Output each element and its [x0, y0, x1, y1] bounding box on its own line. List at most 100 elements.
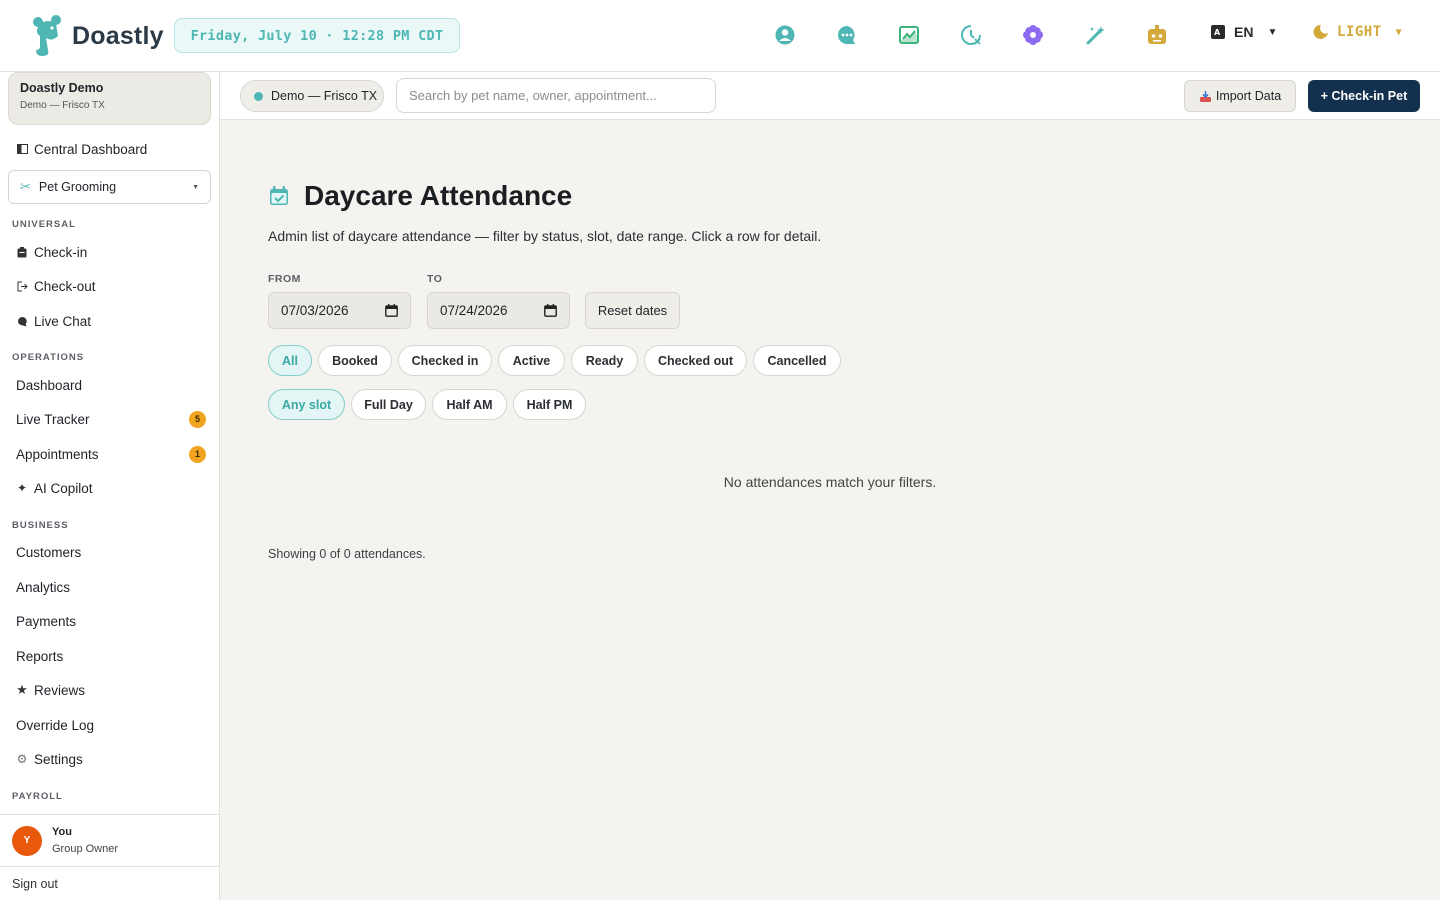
avatar: Y: [12, 825, 42, 856]
sidebar-item-label: Override Log: [16, 717, 95, 733]
sparkle-icon: ✦: [16, 481, 28, 495]
sidebar-item-ai-copilot[interactable]: ✦ AI Copilot: [16, 477, 206, 499]
from-date-input[interactable]: 07/03/2026: [268, 292, 411, 329]
status-filter-booked[interactable]: Booked: [318, 345, 392, 376]
sidebar-item-label: Payments: [16, 613, 77, 629]
chat-bubble-icon: [16, 315, 28, 327]
svg-text:A: A: [1214, 28, 1221, 37]
chevron-down-icon: ▼: [192, 183, 199, 191]
sidebar-item-payments[interactable]: Payments: [16, 610, 206, 632]
sidebar-item-central-dashboard[interactable]: Central Dashboard: [16, 138, 206, 160]
brand[interactable]: Doastly: [30, 14, 164, 58]
user-profile[interactable]: Y You Group Owner: [0, 814, 219, 866]
status-filter-checked-out[interactable]: Checked out: [644, 345, 747, 376]
import-data-button[interactable]: Import Data: [1184, 80, 1296, 112]
status-filter-ready[interactable]: Ready: [571, 345, 638, 376]
status-filter-cancelled[interactable]: Cancelled: [753, 345, 841, 376]
top-bar: Doastly Friday, July 10 · 12:28 PM CDT A…: [0, 0, 1440, 72]
slot-filter-full-day[interactable]: Full Day: [351, 389, 426, 420]
sidebar-item-analytics[interactable]: Analytics: [16, 576, 206, 598]
sidebar-item-label: Reports: [16, 648, 64, 664]
sidebar-item-label: Analytics: [16, 579, 71, 595]
search-input[interactable]: [396, 78, 716, 113]
user-name: You: [52, 826, 72, 838]
chevron-down-icon: ▼: [1395, 26, 1403, 38]
sidebar-item-live-chat[interactable]: Live Chat: [16, 310, 206, 332]
to-date-input[interactable]: 07/24/2026: [427, 292, 570, 329]
sidebar-item-override-log[interactable]: Override Log: [16, 714, 206, 736]
location-selector[interactable]: Demo — Frisco TX: [240, 80, 384, 112]
sidebar-item-label: Live Chat: [34, 313, 92, 329]
dashboard-icon: [16, 143, 28, 155]
sidebar-item-label: Check-out: [34, 278, 96, 294]
sidebar-item-dashboard[interactable]: Dashboard: [16, 374, 206, 396]
sidebar-item-check-out[interactable]: Check-out: [16, 275, 206, 297]
page-header: Daycare Attendance: [268, 180, 572, 212]
main-content: Daycare Attendance Admin list of daycare…: [220, 120, 1440, 900]
section-label-operations: OPERATIONS: [12, 352, 85, 363]
section-label-payroll: PAYROLL: [12, 791, 63, 802]
sidebar-item-label: Live Tracker: [16, 411, 90, 427]
reset-dates-button[interactable]: Reset dates: [585, 292, 680, 329]
scissors-icon: ✂: [20, 179, 31, 194]
sidebar-item-label: Settings: [34, 751, 83, 767]
sidebar-item-label: Dashboard: [16, 377, 83, 393]
results-count: Showing 0 of 0 attendances.: [268, 547, 426, 561]
language-selector[interactable]: A EN ▼: [1210, 24, 1277, 40]
empty-state-message: No attendances match your filters.: [723, 474, 937, 490]
sidebar-item-reviews[interactable]: ★ Reviews: [16, 679, 206, 701]
theme-toggle[interactable]: LIGHT ▼: [1313, 24, 1402, 40]
slot-filter-any[interactable]: Any slot: [268, 389, 345, 420]
sidebar-item-reports[interactable]: Reports: [16, 645, 206, 667]
status-dot-icon: [254, 91, 263, 101]
star-icon: ★: [16, 682, 28, 697]
clipboard-icon: [16, 246, 28, 258]
count-badge: 5: [189, 410, 206, 428]
clock-history-icon[interactable]: [958, 22, 984, 48]
sidebar-item-customers[interactable]: Customers: [16, 541, 206, 563]
sidebar-item-label: Appointments: [16, 446, 99, 462]
module-label: Pet Grooming: [38, 180, 117, 194]
status-filter-checked-in[interactable]: Checked in: [398, 345, 492, 376]
slot-filter-half-pm[interactable]: Half PM: [513, 389, 586, 420]
count-badge: 1: [189, 445, 206, 463]
sidebar-item-appointments[interactable]: Appointments 1: [16, 443, 206, 465]
magic-wand-icon[interactable]: [1083, 22, 1109, 48]
location-label: Demo — Frisco TX: [271, 89, 378, 103]
from-label: FROM: [268, 273, 301, 285]
slot-filter-half-am[interactable]: Half AM: [432, 389, 507, 420]
sidebar: Doastly Demo Demo — Frisco TX Central Da…: [0, 72, 220, 900]
language-label: EN: [1234, 24, 1254, 40]
sidebar-item-label: Check-in: [34, 244, 88, 260]
status-filter-all[interactable]: All: [268, 345, 312, 376]
sign-out-link[interactable]: Sign out: [0, 866, 219, 900]
section-label-business: BUSINESS: [12, 520, 69, 531]
sidebar-item-live-tracker[interactable]: Live Tracker 5: [16, 408, 206, 430]
sidebar-item-label: Central Dashboard: [34, 141, 148, 157]
dog-logo-icon: [33, 15, 61, 56]
section-label-universal: UNIVERSAL: [12, 219, 76, 230]
chat-icon[interactable]: [834, 22, 860, 48]
flower-icon[interactable]: [1020, 22, 1046, 48]
page-title: Daycare Attendance: [304, 180, 573, 211]
robot-icon[interactable]: [1144, 22, 1170, 48]
sidebar-item-check-in[interactable]: Check-in: [16, 241, 206, 263]
check-in-pet-button[interactable]: + Check-in Pet: [1308, 80, 1420, 112]
gear-icon: ⚙: [16, 752, 28, 766]
org-location: Demo — Frisco TX: [20, 100, 105, 111]
org-name: Doastly Demo: [20, 81, 104, 95]
calendar-icon: [544, 304, 557, 317]
calendar-check-icon: [270, 186, 288, 205]
support-icon[interactable]: [772, 22, 798, 48]
status-filter-active[interactable]: Active: [498, 345, 565, 376]
to-label: TO: [427, 273, 443, 285]
sidebar-item-settings[interactable]: ⚙ Settings: [16, 748, 206, 770]
sub-header: Demo — Frisco TX Import Data + Check-in …: [220, 72, 1440, 120]
inbox-tray-icon: [1199, 90, 1211, 102]
module-selector[interactable]: ✂ Pet Grooming ▼: [8, 170, 211, 204]
moon-icon: [1313, 24, 1328, 39]
sidebar-item-label: Customers: [16, 544, 82, 560]
translate-icon: A: [1211, 25, 1225, 39]
growth-chart-icon[interactable]: [896, 22, 922, 48]
org-switcher[interactable]: Doastly Demo Demo — Frisco TX: [8, 72, 211, 125]
